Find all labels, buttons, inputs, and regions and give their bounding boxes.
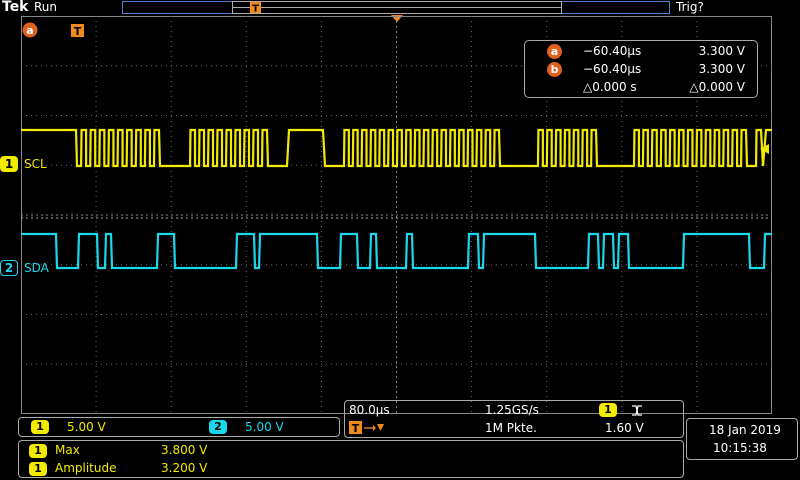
cursor-a-marker-letter: a bbox=[26, 24, 33, 37]
cursor-readout[interactable]: a −60.40µs 3.300 V b −60.40µs 3.300 V △0… bbox=[524, 40, 758, 98]
meas-1-value: 3.800 V bbox=[161, 443, 208, 457]
meas-1-name: Max bbox=[55, 443, 80, 457]
falling-edge-icon bbox=[632, 405, 642, 416]
cursor-delta-value: △0.000 V bbox=[689, 80, 745, 94]
cursor-a-marker-icon[interactable]: a bbox=[22, 22, 38, 38]
meas-2-channel-badge: 1 bbox=[29, 462, 47, 476]
cursor-a-value: 3.300 V bbox=[698, 44, 745, 58]
trigger-marker-letter: T bbox=[74, 25, 82, 38]
cursor-delta-row: △0.000 s △0.000 V bbox=[525, 79, 759, 96]
cursor-delta-time: △0.000 s bbox=[583, 80, 637, 94]
time: 10:15:38 bbox=[713, 441, 767, 455]
trigger-source-badge: 1 bbox=[599, 403, 617, 417]
meas-2-value: 3.200 V bbox=[161, 461, 208, 475]
record-length: 1M Pkte. bbox=[485, 421, 537, 435]
datetime-readout[interactable]: 18 Jan 2019 10:15:38 bbox=[686, 418, 798, 460]
ch1-label: SCL bbox=[24, 157, 47, 171]
top-status-bar: Tek Run T Trig? bbox=[0, 0, 800, 22]
time-per-division: 80.0µs bbox=[349, 403, 390, 417]
ch1-scl-trace bbox=[21, 128, 772, 168]
cursor-b-value: 3.300 V bbox=[698, 62, 745, 76]
ch2-scale-badge: 2 bbox=[209, 420, 227, 434]
trigger-level-arrow-icon[interactable] bbox=[760, 143, 770, 155]
sample-rate: 1.25GS/s bbox=[485, 403, 539, 417]
trigger-offset-arrow-icon bbox=[364, 424, 384, 431]
trigger-status: Trig? bbox=[676, 0, 704, 14]
horizontal-trigger-readout[interactable]: 80.0µs 1.25GS/s 1 T 1M Pkte. 1.60 V bbox=[344, 400, 684, 438]
meas-1-channel-badge: 1 bbox=[29, 444, 47, 458]
ch2-ground-marker[interactable]: 2 bbox=[0, 260, 18, 276]
measurement-readout[interactable]: 1 Max 3.800 V 1 Amplitude 3.200 V bbox=[18, 440, 684, 478]
channel-scale-readout[interactable]: 1 5.00 V 2 5.00 V bbox=[18, 417, 340, 437]
date: 18 Jan 2019 bbox=[709, 423, 781, 437]
trigger-position-marker-top: T bbox=[250, 2, 261, 15]
meas-2-name: Amplitude bbox=[55, 461, 117, 475]
cursor-b-badge: b bbox=[547, 62, 562, 77]
trigger-position-marker-letter: T bbox=[252, 4, 259, 15]
acquisition-status[interactable]: Run bbox=[34, 0, 57, 14]
ch1-scale-badge: 1 bbox=[31, 420, 49, 434]
record-view-window[interactable] bbox=[232, 1, 562, 14]
cursor-b-row: b −60.40µs 3.300 V bbox=[525, 61, 759, 78]
cursor-a-badge: a bbox=[547, 44, 562, 59]
ch1-scale: 5.00 V bbox=[67, 420, 106, 434]
ch2-scale: 5.00 V bbox=[245, 420, 284, 434]
cursor-b-time: −60.40µs bbox=[583, 62, 642, 76]
trigger-marker-icon[interactable]: T bbox=[71, 24, 85, 38]
trigger-level: 1.60 V bbox=[605, 421, 644, 435]
cursor-a-time: −60.40µs bbox=[583, 44, 642, 58]
trigger-position-icon-letter: T bbox=[352, 422, 360, 435]
trigger-position-icon: T bbox=[349, 421, 362, 435]
ch1-ground-marker[interactable]: 1 bbox=[0, 156, 18, 172]
brand-logo: Tek bbox=[2, 0, 29, 15]
ch2-label: SDA bbox=[24, 261, 49, 275]
cursor-a-row: a −60.40µs 3.300 V bbox=[525, 43, 759, 60]
